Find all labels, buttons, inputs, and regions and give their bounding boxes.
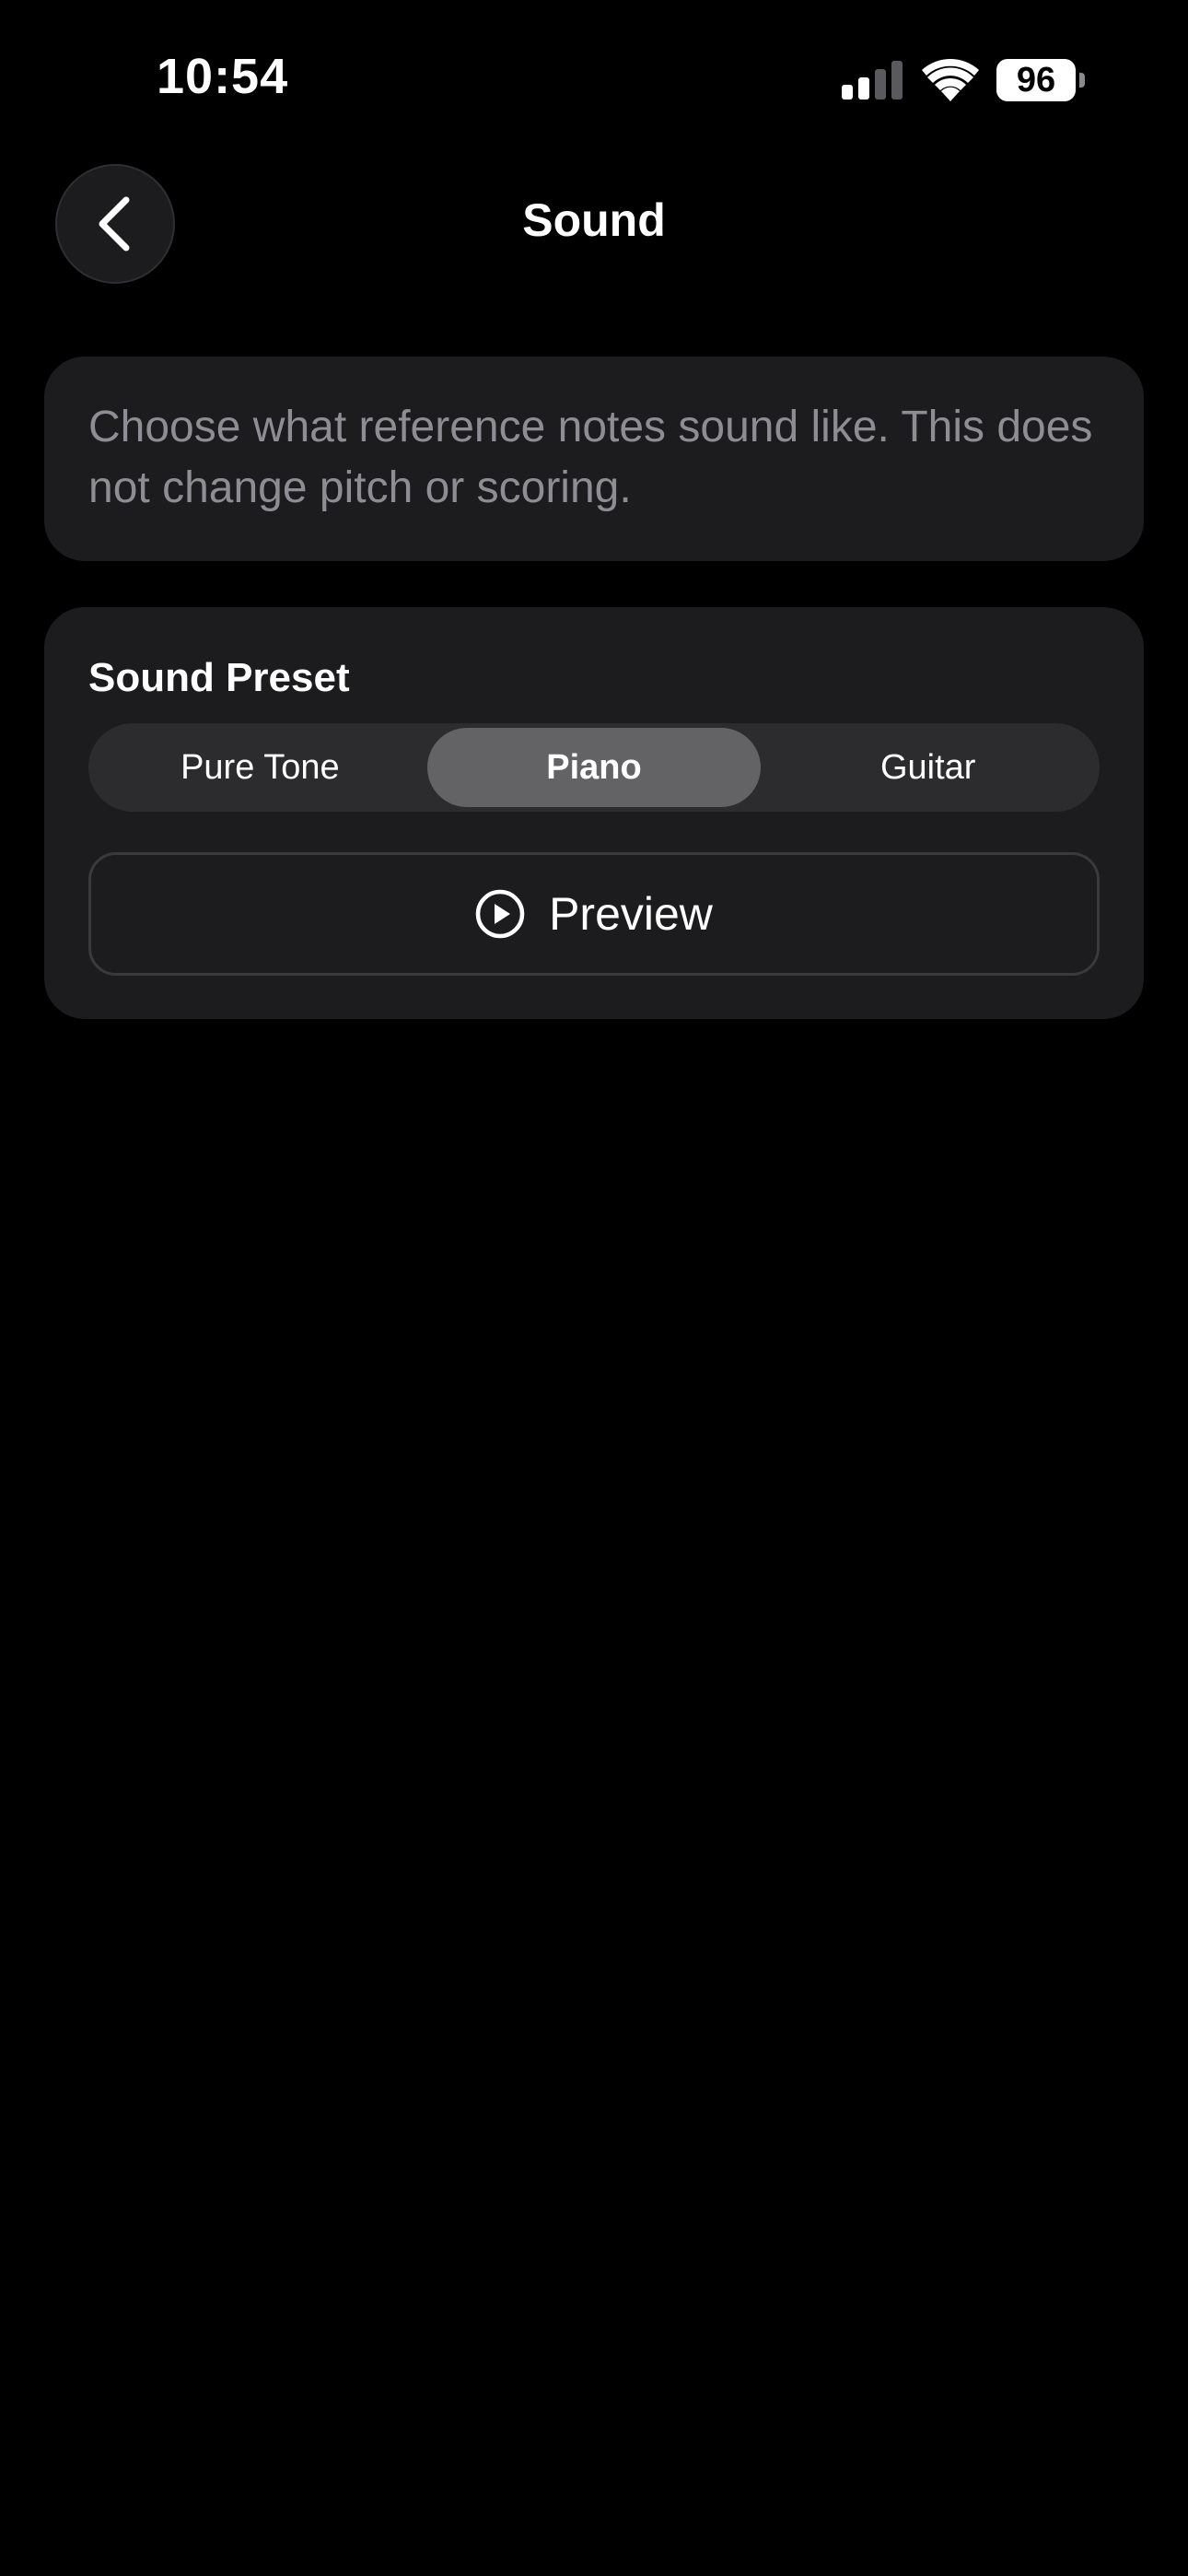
info-card: Choose what reference notes sound like. … (44, 357, 1144, 561)
play-circle-icon (475, 889, 525, 939)
battery-cap (1079, 73, 1085, 88)
sound-preset-card: Sound Preset Pure Tone Piano Guitar Prev… (44, 607, 1144, 1019)
battery-indicator: 96 (996, 59, 1085, 101)
wifi-icon (922, 59, 979, 101)
segment-guitar[interactable]: Guitar (761, 728, 1095, 807)
battery-level: 96 (1016, 61, 1056, 100)
segment-pure-tone[interactable]: Pure Tone (93, 728, 427, 807)
page-title: Sound (522, 194, 666, 246)
preview-button[interactable]: Preview (88, 852, 1100, 976)
sound-preset-label: Sound Preset (88, 655, 350, 700)
sound-preset-segmented-control: Pure Tone Piano Guitar (88, 723, 1100, 812)
status-bar: 10:54 96 (0, 0, 1188, 157)
info-description: Choose what reference notes sound like. … (88, 403, 1093, 512)
cellular-signal-icon (842, 61, 903, 100)
status-time: 10:54 (157, 49, 289, 104)
preview-label: Preview (549, 888, 713, 940)
battery-body: 96 (996, 59, 1076, 101)
segment-piano[interactable]: Piano (426, 728, 762, 807)
